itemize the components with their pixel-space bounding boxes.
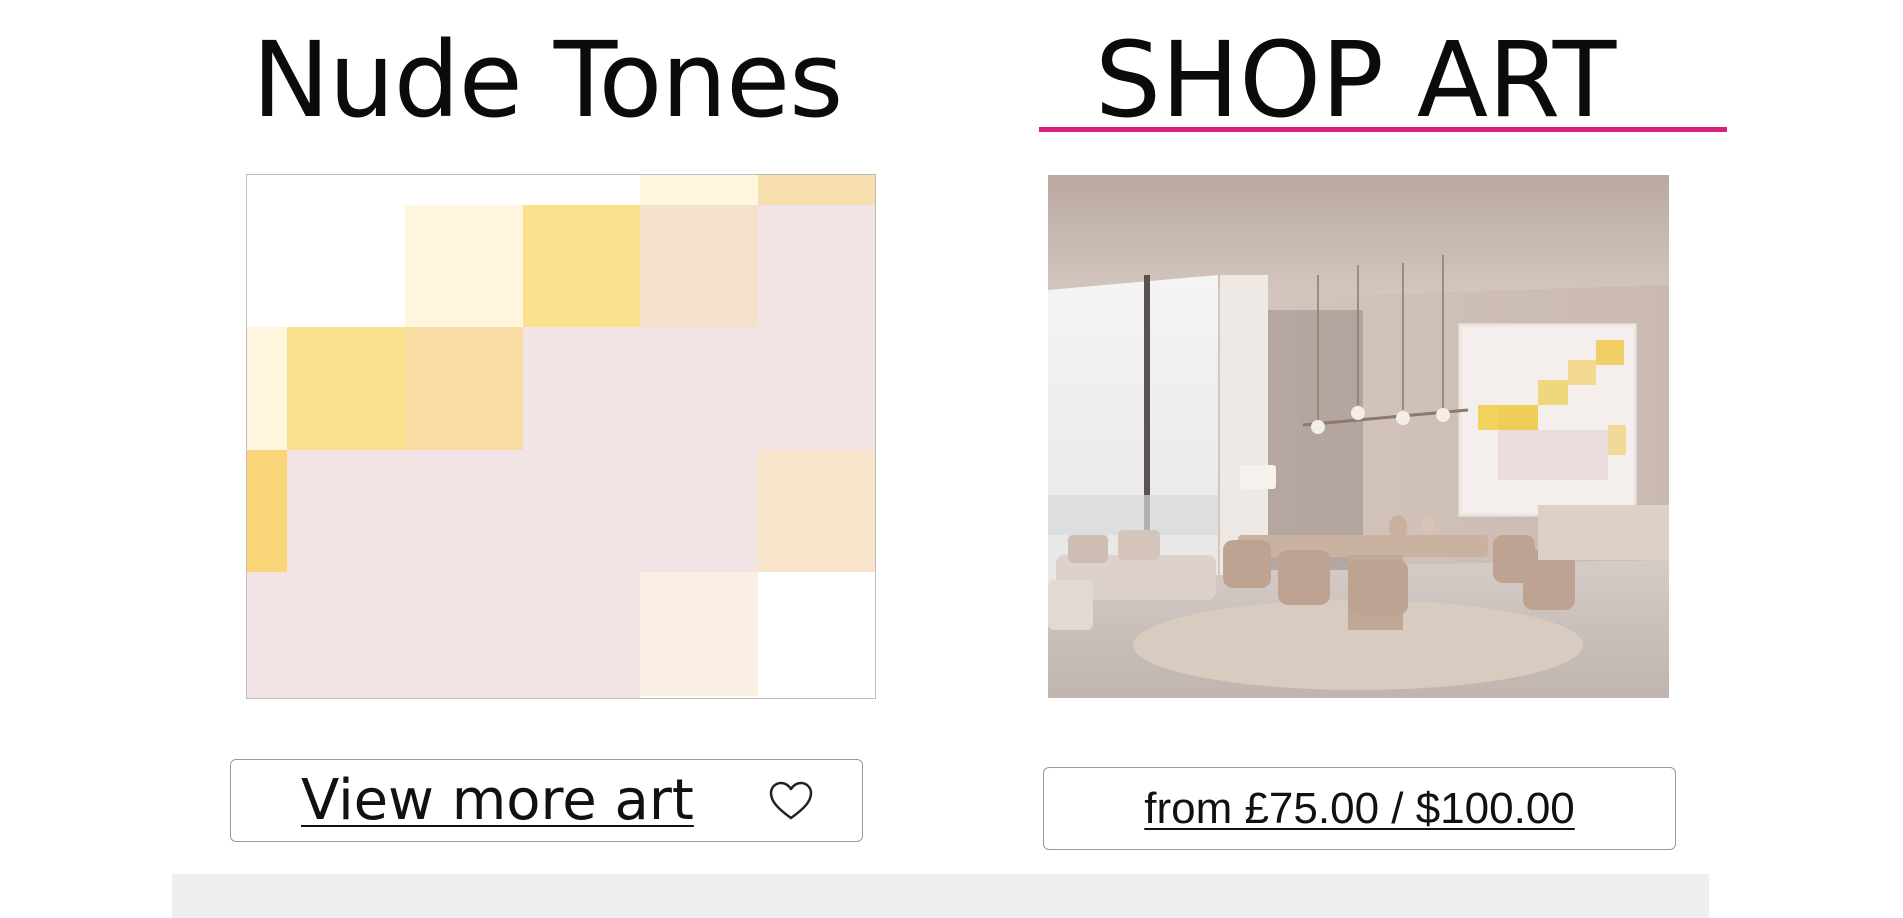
- art-tile: [640, 572, 758, 696]
- art-tile: [247, 327, 287, 450]
- art-tile: [405, 327, 523, 450]
- footer-band: [172, 874, 1709, 918]
- art-tile: [287, 327, 405, 450]
- view-more-art-label: View more art: [301, 768, 694, 833]
- shop-header: SHOP ART: [1039, 28, 1727, 132]
- room-illustration: [1048, 175, 1669, 698]
- room-scene-image[interactable]: [1048, 175, 1669, 698]
- art-tile: [758, 175, 875, 205]
- price-button[interactable]: from £75.00 / $100.00: [1043, 767, 1676, 850]
- art-tile: [523, 327, 875, 450]
- art-tile: [758, 205, 875, 327]
- price-label: from £75.00 / $100.00: [1144, 784, 1575, 833]
- heart-outline-icon[interactable]: [767, 778, 815, 826]
- shop-title[interactable]: SHOP ART: [1095, 28, 1616, 132]
- art-tile: [247, 572, 640, 698]
- art-tile: [640, 205, 758, 327]
- art-tile: [247, 450, 287, 572]
- art-tile: [405, 205, 523, 327]
- view-more-art-button[interactable]: View more art: [230, 759, 863, 842]
- art-tile: [758, 450, 875, 572]
- art-tile: [287, 450, 758, 572]
- collection-title: Nude Tones: [252, 19, 843, 141]
- artwork-image[interactable]: [246, 174, 876, 699]
- art-tile: [640, 175, 758, 205]
- art-tile: [523, 205, 640, 327]
